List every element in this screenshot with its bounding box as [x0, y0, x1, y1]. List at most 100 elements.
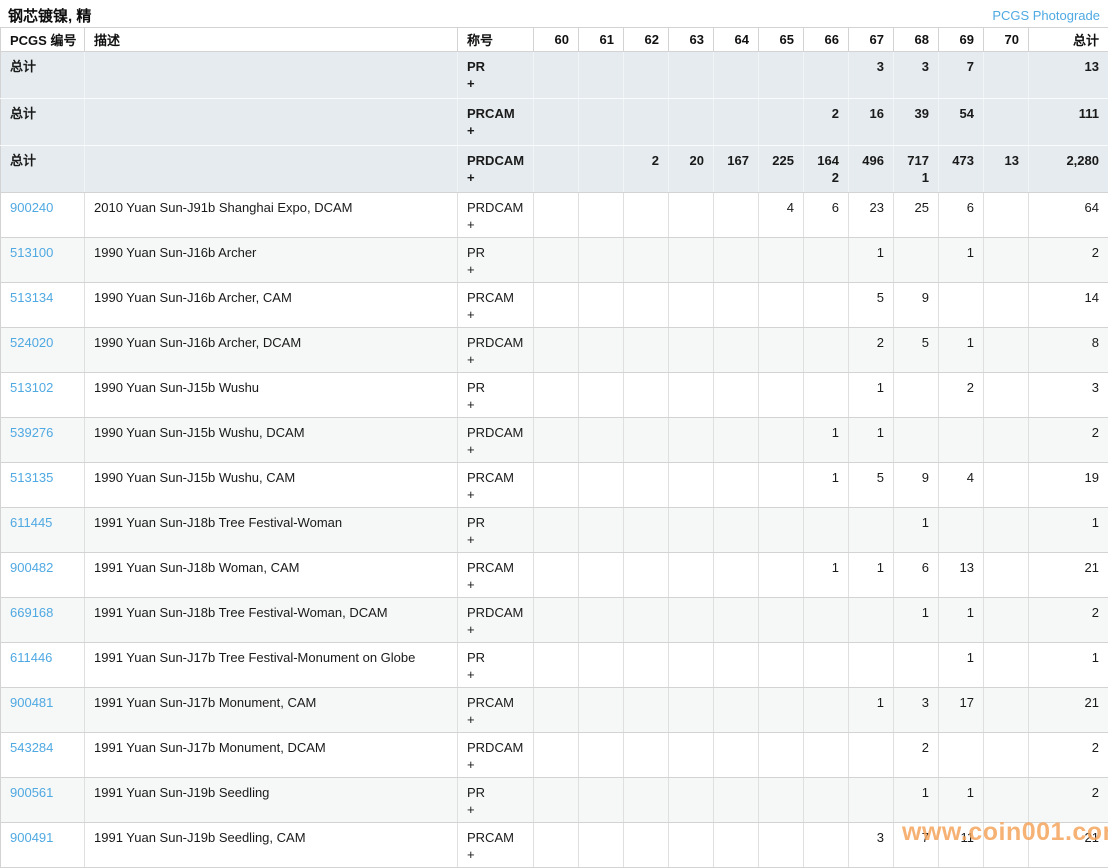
grade-cell-70 — [984, 283, 1029, 328]
grade-cell-60-plus-value — [543, 711, 569, 728]
grade-cell-66-value — [813, 784, 839, 801]
grade-cell-70-value — [993, 199, 1019, 216]
grade-cell-61 — [579, 238, 624, 283]
grade-cell-67: 1 — [849, 553, 894, 598]
summary-row: 总计PRCAM+2163954111 — [1, 99, 1108, 146]
pcgs-number-link[interactable]: 900491 — [10, 830, 53, 845]
grade-cell-67-plus-value — [858, 122, 884, 139]
grade-cell-67: 16 — [849, 99, 894, 146]
pcgs-number-link[interactable]: 900240 — [10, 200, 53, 215]
pcgs-number-link[interactable]: 611446 — [10, 650, 52, 665]
grade-cell-70 — [984, 553, 1029, 598]
grade-cell-63: 20 — [669, 146, 714, 193]
total-cell-plus-value — [1038, 441, 1099, 458]
pcgs-number-link[interactable]: 611445 — [10, 515, 52, 530]
grade-cell-65 — [759, 283, 804, 328]
description-cell-value: 1991 Yuan Sun-J18b Tree Festival-Woman, … — [94, 604, 448, 621]
summary-row: 总计PRDCAM+22016722516424967171473132,280 — [1, 146, 1108, 193]
grade-cell-68: 7 — [894, 823, 939, 868]
grade-cell-62 — [624, 418, 669, 463]
grade-cell-60 — [534, 418, 579, 463]
grade-cell-61-value — [588, 469, 614, 486]
pcgs-number-link[interactable]: 543284 — [10, 740, 53, 755]
total-cell-value: 111 — [1038, 105, 1099, 122]
grade-cell-64-value — [723, 469, 749, 486]
grade-cell-61-value — [588, 649, 614, 666]
total-cell-plus-value — [1038, 351, 1099, 368]
pcgs-number-link[interactable]: 524020 — [10, 335, 53, 350]
grade-cell-64 — [714, 733, 759, 778]
grade-cell-64-value — [723, 379, 749, 396]
grade-cell-70-value — [993, 514, 1019, 531]
grade-cell-66-plus-value — [813, 441, 839, 458]
pcgs-number-link[interactable]: 539276 — [10, 425, 53, 440]
grade-cell-68-plus-value — [903, 216, 929, 233]
grade-cell-64-plus-value — [723, 351, 749, 368]
grade-cell-60-value — [543, 199, 569, 216]
grade-cell-61 — [579, 283, 624, 328]
grade-cell-70-plus-value — [993, 666, 1019, 683]
summary-label: 总计 — [1, 146, 85, 193]
grade-cell-66: 6 — [804, 193, 849, 238]
grade-cell-68-plus-value — [903, 486, 929, 503]
description-cell-plus-value — [94, 351, 448, 368]
total-cell: 14 — [1029, 283, 1108, 328]
grade-cell-68: 3 — [894, 688, 939, 733]
grade-cell-62-plus-value — [633, 306, 659, 323]
grade-cell-66 — [804, 373, 849, 418]
grade-cell-64-plus-value — [723, 711, 749, 728]
pcgs-number-link[interactable]: 513135 — [10, 470, 53, 485]
pcgs-number-link[interactable]: 669168 — [10, 605, 53, 620]
grade-cell-66-value: 6 — [813, 199, 839, 216]
pcgs-number-plus — [10, 306, 75, 323]
grade-cell-60 — [534, 146, 579, 193]
grade-cell-68-plus-value — [903, 756, 929, 773]
grade-cell-60-plus-value — [543, 169, 569, 186]
pcgs-number-link[interactable]: 513134 — [10, 290, 53, 305]
grade-cell-67 — [849, 508, 894, 553]
grade-cell-67-value: 1 — [858, 244, 884, 261]
data-row: 5240201990 Yuan Sun-J16b Archer, DCAMPRD… — [1, 328, 1108, 373]
designation-cell-value: PRDCAM — [467, 199, 524, 216]
grade-cell-67: 1 — [849, 238, 894, 283]
grade-cell-64-value — [723, 559, 749, 576]
grade-cell-69-plus-value — [948, 756, 974, 773]
grade-cell-68-plus-value — [903, 396, 929, 413]
pcgs-number-link[interactable]: 900482 — [10, 560, 53, 575]
grade-cell-61-value — [588, 694, 614, 711]
grade-cell-67: 5 — [849, 463, 894, 508]
grade-cell-64-value — [723, 604, 749, 621]
designation-cell-plus-value: + — [467, 711, 524, 728]
grade-cell-69-plus-value — [948, 711, 974, 728]
grade-cell-63-plus-value — [678, 531, 704, 548]
grade-cell-69: 7 — [939, 52, 984, 99]
grade-cell-62-plus-value — [633, 846, 659, 863]
data-row: 9004911991 Yuan Sun-J19b Seedling, CAMPR… — [1, 823, 1108, 868]
grade-cell-70 — [984, 508, 1029, 553]
grade-cell-66-plus-value — [813, 261, 839, 278]
grade-cell-63-plus-value — [678, 711, 704, 728]
grade-cell-69-value: 1 — [948, 334, 974, 351]
pcgs-number-link[interactable]: 513102 — [10, 380, 53, 395]
grade-cell-64-plus-value — [723, 576, 749, 593]
grade-cell-61-value — [588, 334, 614, 351]
grade-cell-61-value — [588, 199, 614, 216]
grade-cell-69-value: 2 — [948, 379, 974, 396]
grade-cell-64 — [714, 643, 759, 688]
pcgs-number-link[interactable]: 900561 — [10, 785, 53, 800]
total-cell-value: 1 — [1038, 514, 1099, 531]
grade-cell-64 — [714, 823, 759, 868]
grade-cell-64 — [714, 193, 759, 238]
pcgs-number-link[interactable]: 900481 — [10, 695, 53, 710]
photograde-link[interactable]: PCGS Photograde — [992, 8, 1100, 23]
description-cell: 1991 Yuan Sun-J19b Seedling — [85, 778, 458, 823]
grade-cell-68-value: 1 — [903, 784, 929, 801]
grade-cell-65 — [759, 238, 804, 283]
grade-cell-61-plus-value — [588, 75, 614, 92]
pcgs-number-link[interactable]: 513100 — [10, 245, 53, 260]
grade-cell-61 — [579, 553, 624, 598]
grade-cell-66 — [804, 238, 849, 283]
pcgs-number-plus — [10, 576, 75, 593]
total-cell-value: 2 — [1038, 604, 1099, 621]
grade-cell-67: 2 — [849, 328, 894, 373]
